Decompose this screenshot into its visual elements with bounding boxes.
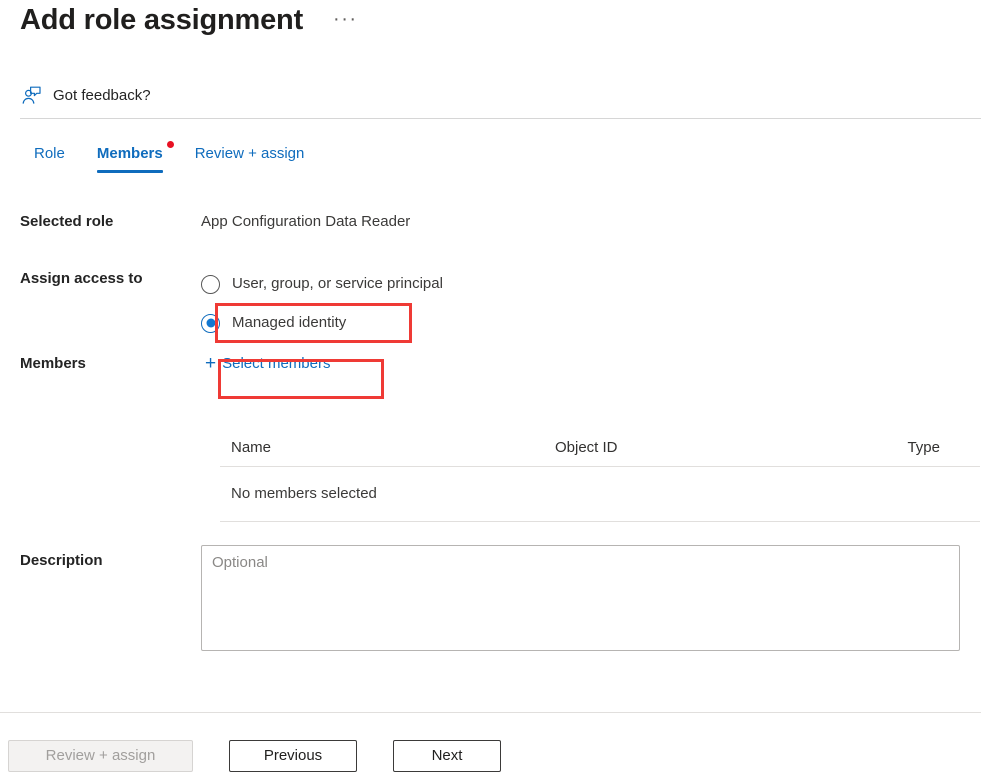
description-input[interactable] — [201, 545, 960, 651]
next-button[interactable]: Next — [393, 740, 501, 772]
selected-role-label: Selected role — [0, 212, 201, 232]
role-assignment-form: Selected role App Configuration Data Rea… — [0, 212, 981, 376]
members-table-header: Name Object ID Type — [220, 430, 980, 467]
tab-active-underline — [97, 170, 163, 173]
description-row: Description — [0, 545, 981, 651]
footer-divider — [0, 712, 981, 713]
more-options-icon[interactable]: ··· — [333, 9, 357, 29]
assign-access-to-label: Assign access to — [0, 269, 201, 289]
tab-members[interactable]: Members — [81, 140, 179, 176]
radio-user-group-service-principal-label: User, group, or service principal — [232, 274, 443, 294]
wizard-footer: Review + assign Previous Next — [8, 740, 501, 772]
tab-role-label: Role — [34, 145, 65, 162]
tab-members-alert-dot-icon — [167, 141, 174, 148]
previous-button[interactable]: Previous — [229, 740, 357, 772]
page-title: Add role assignment — [20, 2, 303, 38]
review-assign-button[interactable]: Review + assign — [8, 740, 193, 772]
members-table-empty-message: No members selected — [220, 484, 555, 504]
tab-review-assign-label: Review + assign — [195, 145, 305, 162]
tab-role[interactable]: Role — [18, 140, 81, 176]
radio-selected-icon — [201, 314, 220, 333]
page-header: Add role assignment ··· — [20, 2, 358, 38]
selected-role-value: App Configuration Data Reader — [201, 213, 410, 230]
radio-unselected-icon — [201, 275, 220, 294]
plus-icon: + — [205, 354, 216, 373]
tab-members-label: Members — [97, 145, 163, 162]
got-feedback-button[interactable]: Got feedback? — [20, 80, 151, 112]
members-table: Name Object ID Type No members selected — [220, 430, 980, 522]
column-header-type: Type — [885, 438, 980, 458]
select-members-button[interactable]: + Select members — [205, 354, 330, 374]
radio-managed-identity[interactable]: Managed identity — [201, 308, 981, 338]
got-feedback-label: Got feedback? — [53, 86, 151, 106]
assign-access-to-radio-group: User, group, or service principal Manage… — [201, 269, 981, 338]
tab-review-assign[interactable]: Review + assign — [179, 140, 321, 176]
column-header-name: Name — [220, 438, 555, 458]
feedback-person-icon — [20, 85, 42, 107]
radio-managed-identity-label: Managed identity — [232, 313, 346, 333]
header-divider — [20, 118, 981, 119]
select-members-label: Select members — [222, 354, 330, 374]
wizard-tabs: Role Members Review + assign — [18, 140, 320, 176]
radio-user-group-service-principal[interactable]: User, group, or service principal — [201, 269, 981, 299]
table-row: No members selected — [220, 467, 980, 522]
assign-access-to-row: Assign access to User, group, or service… — [0, 269, 981, 338]
members-row: Members + Select members — [0, 354, 981, 376]
column-header-object-id: Object ID — [555, 438, 885, 458]
members-label: Members — [0, 354, 201, 374]
selected-role-row: Selected role App Configuration Data Rea… — [0, 212, 981, 232]
description-label: Description — [0, 545, 201, 571]
